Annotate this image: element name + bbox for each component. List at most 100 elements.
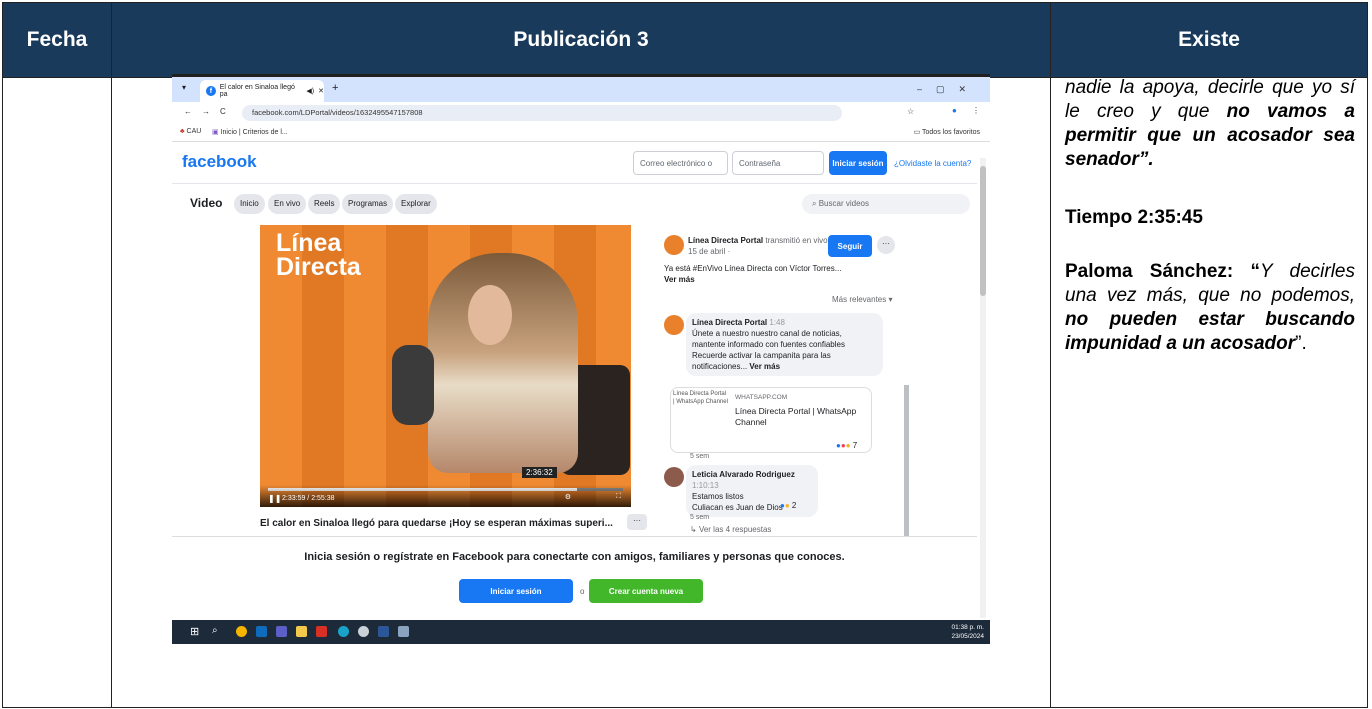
comment-bubble: Línea Directa Portal 1:48 Únete a nuestr… xyxy=(686,313,883,376)
speaker-icon: ◀) xyxy=(306,88,315,95)
channel-avatar[interactable] xyxy=(664,235,684,255)
forgot-link[interactable]: ¿Olvidaste la cuenta? xyxy=(894,159,971,168)
post-date: 15 de abril · xyxy=(688,247,731,256)
tab-explorar[interactable]: Explorar xyxy=(395,194,437,214)
sort-dropdown[interactable]: Más relevantes ▾ xyxy=(832,295,893,304)
column-divider xyxy=(1050,3,1051,707)
see-more-link[interactable]: Ver más xyxy=(664,275,695,284)
channel-name[interactable]: Línea Directa Portal xyxy=(688,236,763,245)
create-account-button[interactable]: Crear cuenta nueva xyxy=(589,579,703,603)
page-scrollbar[interactable] xyxy=(980,158,986,618)
comment-author[interactable]: Leticia Alvarado Rodriguez xyxy=(692,470,795,479)
follow-button[interactable]: Seguir xyxy=(828,235,872,257)
window-controls[interactable]: –▢✕ xyxy=(917,84,980,95)
reload-icon[interactable]: C xyxy=(220,107,226,116)
time-display: 2:33:59 / 2:55:38 xyxy=(282,495,335,502)
video-search-input[interactable]: ⌕ Buscar videos xyxy=(802,194,970,214)
login-button[interactable]: Iniciar sesión xyxy=(829,151,887,175)
address-bar: ← → C facebook.com/LDPortal/videos/16324… xyxy=(172,102,990,124)
comment-age: 5 sem xyxy=(690,514,710,521)
header-fecha: Fecha xyxy=(3,3,111,77)
windows-start-icon[interactable]: ⊞ xyxy=(190,625,199,638)
facebook-screenshot: ▾ f El calor en Sinaloa llegó pa ◀) ✕ + … xyxy=(172,74,990,644)
bookmark-cau[interactable]: ♣ CAU xyxy=(180,128,201,135)
star-icon[interactable]: ☆ xyxy=(907,107,914,116)
profile-icon[interactable]: ● xyxy=(952,106,957,115)
windows-taskbar: ⊞ ⌕ 01:38 p. m. 23/05/2024 xyxy=(172,620,990,644)
link-image-alt: Línea Directa Portal | WhatsApp Channel xyxy=(673,391,728,405)
video-nav: Video Inicio En vivo Reels Programas Exp… xyxy=(172,184,977,222)
search-icon: ⌕ xyxy=(812,199,817,208)
comment-see-more[interactable]: Ver más xyxy=(749,362,780,371)
word-icon[interactable] xyxy=(378,626,389,637)
bookmarks-bar: ♣ CAU ▣ Inicio | Criterios de l... ▭ Tod… xyxy=(172,124,990,142)
chevron-down-icon[interactable]: ▾ xyxy=(182,83,186,92)
comment-author[interactable]: Línea Directa Portal xyxy=(692,318,767,327)
more-icon[interactable]: ··· xyxy=(627,514,647,530)
player-controls: ❚❚ 2:33:59 / 2:55:38 ⚙ ⛶ xyxy=(260,485,631,507)
comment-text: Estamos listos xyxy=(692,492,744,501)
settings-icon[interactable]: ⚙ xyxy=(565,493,571,501)
post-text: Ya está #EnVivo Línea Directa con Víctor… xyxy=(664,264,842,284)
bookmark-inicio[interactable]: ▣ Inicio | Criterios de l... xyxy=(212,128,288,136)
pause-icon[interactable]: ❚❚ xyxy=(268,494,281,503)
link-title: Línea Directa Portal | WhatsApp Channel xyxy=(735,406,857,427)
more-options-icon[interactable]: ··· xyxy=(877,236,895,254)
tab-programas[interactable]: Programas xyxy=(342,194,394,214)
microphone xyxy=(392,345,434,425)
back-icon[interactable]: ← xyxy=(184,107,192,116)
email-field[interactable]: Correo electrónico o telé xyxy=(633,151,728,192)
tab-inicio[interactable]: Inicio xyxy=(234,194,265,214)
post-sidebar: Línea Directa Portal transmitió en vivo.… xyxy=(660,225,965,599)
close-icon[interactable]: ✕ xyxy=(318,87,324,95)
comment-avatar[interactable] xyxy=(664,315,684,335)
signup-banner: Inicia sesión o regístrate en Facebook p… xyxy=(172,536,977,625)
quote-paragraph-2: Paloma Sánchez: “Y decirles una vez más,… xyxy=(1065,261,1355,354)
video-logo: Línea Directa xyxy=(276,229,361,281)
outlook-icon[interactable] xyxy=(256,626,267,637)
channel-suffix: transmitió en vivo. xyxy=(765,236,830,245)
comment-time: 1:10:13 xyxy=(692,481,719,490)
forward-icon[interactable]: → xyxy=(202,107,210,116)
speaker-figure xyxy=(428,253,578,473)
comment-text: Únete a nuestro nuestro canal de noticia… xyxy=(692,329,845,349)
existe-text: nadie la apoya, decirle que yo sí le cre… xyxy=(1065,76,1355,378)
tab-reels[interactable]: Reels xyxy=(308,194,341,214)
teams-icon[interactable] xyxy=(276,626,287,637)
signup-login-button[interactable]: Iniciar sesión xyxy=(459,579,573,603)
files-icon[interactable] xyxy=(296,626,307,637)
header-publicacion: Publicación 3 xyxy=(112,3,1050,77)
pdf-icon[interactable] xyxy=(316,626,327,637)
tab-en-vivo[interactable]: En vivo xyxy=(268,194,307,214)
comment-avatar[interactable] xyxy=(664,467,684,487)
tab-title: El calor en Sinaloa llegó pa xyxy=(219,84,295,98)
reactions-count: ●●● 7 xyxy=(836,441,858,450)
comment-time: 1:48 xyxy=(769,318,785,327)
comments-list: Línea Directa Portal 1:48 Únete a nuestr… xyxy=(660,311,900,535)
password-field[interactable]: Contraseña xyxy=(732,151,824,175)
video-player[interactable]: Línea Directa 2:36:32 ❚❚ 2:33:59 / 2:55:3… xyxy=(260,225,631,507)
comment-age: 5 sem xyxy=(690,453,710,460)
header-existe: Existe xyxy=(1051,3,1367,77)
menu-icon[interactable]: ⋮ xyxy=(972,106,980,115)
fullscreen-icon[interactable]: ⛶ xyxy=(616,493,621,501)
search-icon[interactable]: ⌕ xyxy=(212,625,218,636)
browser-tab[interactable]: f El calor en Sinaloa llegó pa ◀) ✕ xyxy=(200,80,324,102)
url-field[interactable]: facebook.com/LDPortal/videos/16324955471… xyxy=(242,105,842,121)
time-paragraph: Tiempo 2:35:45 xyxy=(1065,207,1203,228)
facebook-favicon-icon: f xyxy=(206,86,216,96)
chrome-icon[interactable] xyxy=(236,626,247,637)
facebook-logo[interactable]: facebook xyxy=(182,152,257,172)
speaker-face xyxy=(468,285,512,345)
facebook-header: facebook Correo electrónico o telé Contr… xyxy=(172,142,977,192)
view-replies-link[interactable]: ↳ Ver las 4 respuestas xyxy=(690,525,771,534)
app-icon[interactable] xyxy=(398,626,409,637)
settings-icon[interactable] xyxy=(358,626,369,637)
column-divider xyxy=(111,3,112,707)
edge-icon[interactable] xyxy=(338,626,349,637)
taskbar-clock[interactable]: 01:38 p. m. 23/05/2024 xyxy=(951,623,984,641)
new-tab-icon[interactable]: + xyxy=(332,82,338,94)
section-title: Video xyxy=(190,196,223,210)
signup-prompt: Inicia sesión o regístrate en Facebook p… xyxy=(304,551,845,563)
bookmark-favorites[interactable]: ▭ Todos los favoritos xyxy=(914,128,980,136)
